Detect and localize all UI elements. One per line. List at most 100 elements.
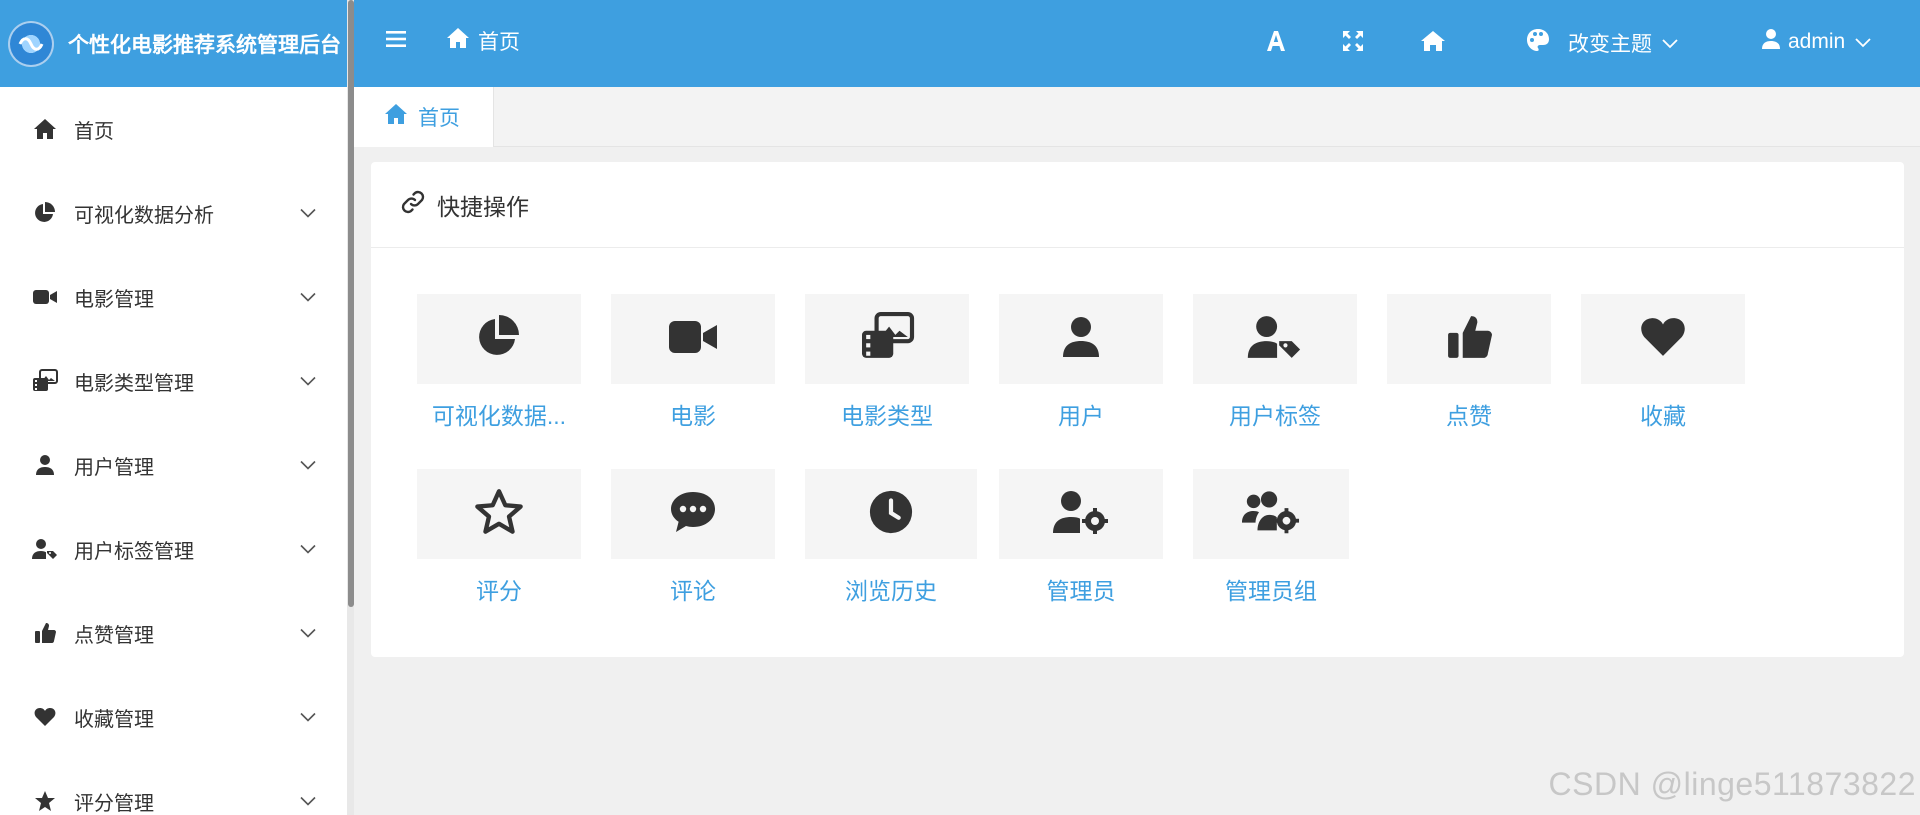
quick-tile-admin-groups[interactable]: 管理员组 — [1193, 469, 1349, 606]
tab-home[interactable]: 首页 — [354, 87, 494, 147]
pie-chart-icon — [32, 200, 58, 226]
star-icon — [32, 788, 58, 814]
quick-tile-comments[interactable]: 评论 — [611, 469, 775, 606]
user-icon — [32, 452, 58, 478]
tab-label: 首页 — [418, 107, 460, 130]
sidebar-item-home[interactable]: 首页 — [0, 87, 347, 171]
video-camera-icon — [32, 284, 58, 310]
chevron-down-icon — [300, 790, 316, 813]
chevron-down-icon — [300, 202, 316, 225]
tile-label: 评分 — [476, 578, 522, 604]
thumbs-up-icon — [32, 620, 58, 646]
star-outline-icon — [474, 488, 524, 541]
user-tag-icon — [1247, 314, 1303, 365]
sidebar-item-label: 用户管理 — [74, 456, 154, 479]
heart-icon — [1640, 316, 1686, 363]
chevron-down-icon — [300, 286, 316, 309]
home-icon — [384, 103, 408, 131]
user-icon — [1061, 314, 1101, 365]
chevron-down-icon — [300, 370, 316, 393]
video-camera-icon — [667, 317, 719, 362]
sidebar-item-label: 可视化数据分析 — [74, 204, 214, 227]
sidebar-item-label: 评分管理 — [74, 792, 154, 815]
sidebar: 个性化电影推荐系统管理后台 首页 可视化数据分析 电影管理 电影类型管理 用户管… — [0, 0, 347, 815]
sidebar-item-label: 电影类型管理 — [74, 372, 194, 395]
tile-icon-box — [1581, 294, 1745, 384]
quick-tile-likes[interactable]: 点赞 — [1387, 294, 1551, 431]
tile-icon-box — [417, 294, 581, 384]
tile-label: 用户标签 — [1229, 403, 1321, 429]
link-icon — [401, 190, 425, 219]
font-size-icon[interactable] — [1266, 30, 1286, 57]
pie-chart-icon — [475, 313, 523, 366]
tile-icon-box — [611, 469, 775, 559]
home-icon[interactable] — [1420, 30, 1446, 57]
quick-tile-user-tags[interactable]: 用户标签 — [1193, 294, 1357, 431]
sidebar-item-label: 收藏管理 — [74, 708, 154, 731]
quick-tile-movies[interactable]: 电影 — [611, 294, 775, 431]
tile-label: 可视化数据... — [431, 403, 567, 429]
sidebar-item-data-analysis[interactable]: 可视化数据分析 — [0, 171, 347, 255]
chevron-down-icon — [300, 538, 316, 561]
tile-label: 收藏 — [1640, 403, 1686, 429]
breadcrumb: 首页 — [446, 26, 520, 56]
tile-icon-box — [999, 294, 1163, 384]
sidebar-item-movie-types[interactable]: 电影类型管理 — [0, 339, 347, 423]
home-icon — [32, 116, 58, 142]
home-icon — [446, 27, 470, 55]
tile-label: 电影类型 — [841, 403, 933, 429]
tile-label: 用户 — [1058, 403, 1104, 429]
tile-icon-box — [805, 294, 969, 384]
quick-tile-users[interactable]: 用户 — [999, 294, 1163, 431]
tile-label: 管理员组 — [1225, 578, 1317, 604]
tile-icon-box — [1193, 469, 1349, 559]
sidebar-item-ratings[interactable]: 评分管理 — [0, 759, 347, 815]
theme-switcher[interactable]: 改变主题 — [1526, 28, 1678, 58]
photo-film-icon — [32, 368, 58, 394]
sidebar-item-label: 首页 — [74, 120, 114, 143]
sidebar-item-users[interactable]: 用户管理 — [0, 423, 347, 507]
breadcrumb-label: 首页 — [478, 31, 520, 54]
tile-label: 点赞 — [1446, 403, 1492, 429]
quick-tile-favorites[interactable]: 收藏 — [1581, 294, 1745, 431]
sidebar-item-likes[interactable]: 点赞管理 — [0, 591, 347, 675]
tile-icon-box — [1193, 294, 1357, 384]
tile-icon-box — [611, 294, 775, 384]
clock-icon — [868, 489, 914, 540]
sidebar-item-user-tags[interactable]: 用户标签管理 — [0, 507, 347, 591]
tabs-bar: 首页 — [354, 87, 1920, 147]
quick-tile-admins[interactable]: 管理员 — [999, 469, 1163, 606]
photo-film-icon — [859, 311, 915, 367]
sidebar-item-label: 用户标签管理 — [74, 540, 194, 563]
sidebar-item-label: 电影管理 — [74, 288, 154, 311]
quick-tile-ratings[interactable]: 评分 — [417, 469, 581, 606]
user-gear-icon — [1053, 489, 1109, 540]
tile-label: 电影 — [670, 403, 716, 429]
fullscreen-icon[interactable] — [1342, 30, 1364, 57]
user-icon — [1762, 28, 1780, 56]
tile-icon-box — [417, 469, 581, 559]
chevron-down-icon — [300, 706, 316, 729]
quick-tile-data-analysis[interactable]: 可视化数据... — [417, 294, 581, 431]
sidebar-item-movies[interactable]: 电影管理 — [0, 255, 347, 339]
users-gear-icon — [1242, 489, 1300, 540]
quick-tile-movie-types[interactable]: 电影类型 — [805, 294, 969, 431]
menu-toggle-icon[interactable] — [386, 30, 406, 53]
tile-label: 评论 — [670, 578, 716, 604]
user-name: admin — [1788, 30, 1846, 53]
theme-label: 改变主题 — [1568, 33, 1652, 56]
chevron-down-icon — [1662, 31, 1678, 55]
tile-icon-box — [999, 469, 1163, 559]
quick-tile-history[interactable]: 浏览历史 — [805, 469, 977, 606]
user-menu[interactable]: admin — [1762, 28, 1871, 56]
sidebar-item-label: 点赞管理 — [74, 624, 154, 647]
tile-label: 管理员 — [1046, 578, 1116, 604]
thumbs-up-icon — [1446, 314, 1492, 365]
tile-label: 浏览历史 — [845, 578, 937, 604]
sidebar-item-favorites[interactable]: 收藏管理 — [0, 675, 347, 759]
chevron-down-icon — [300, 454, 316, 477]
brand-title: 个性化电影推荐系统管理后台 — [68, 33, 341, 57]
top-header: 首页 改变主题 admin — [354, 0, 1920, 87]
card-header: 快捷操作 — [371, 162, 1904, 248]
chevron-down-icon — [300, 622, 316, 645]
